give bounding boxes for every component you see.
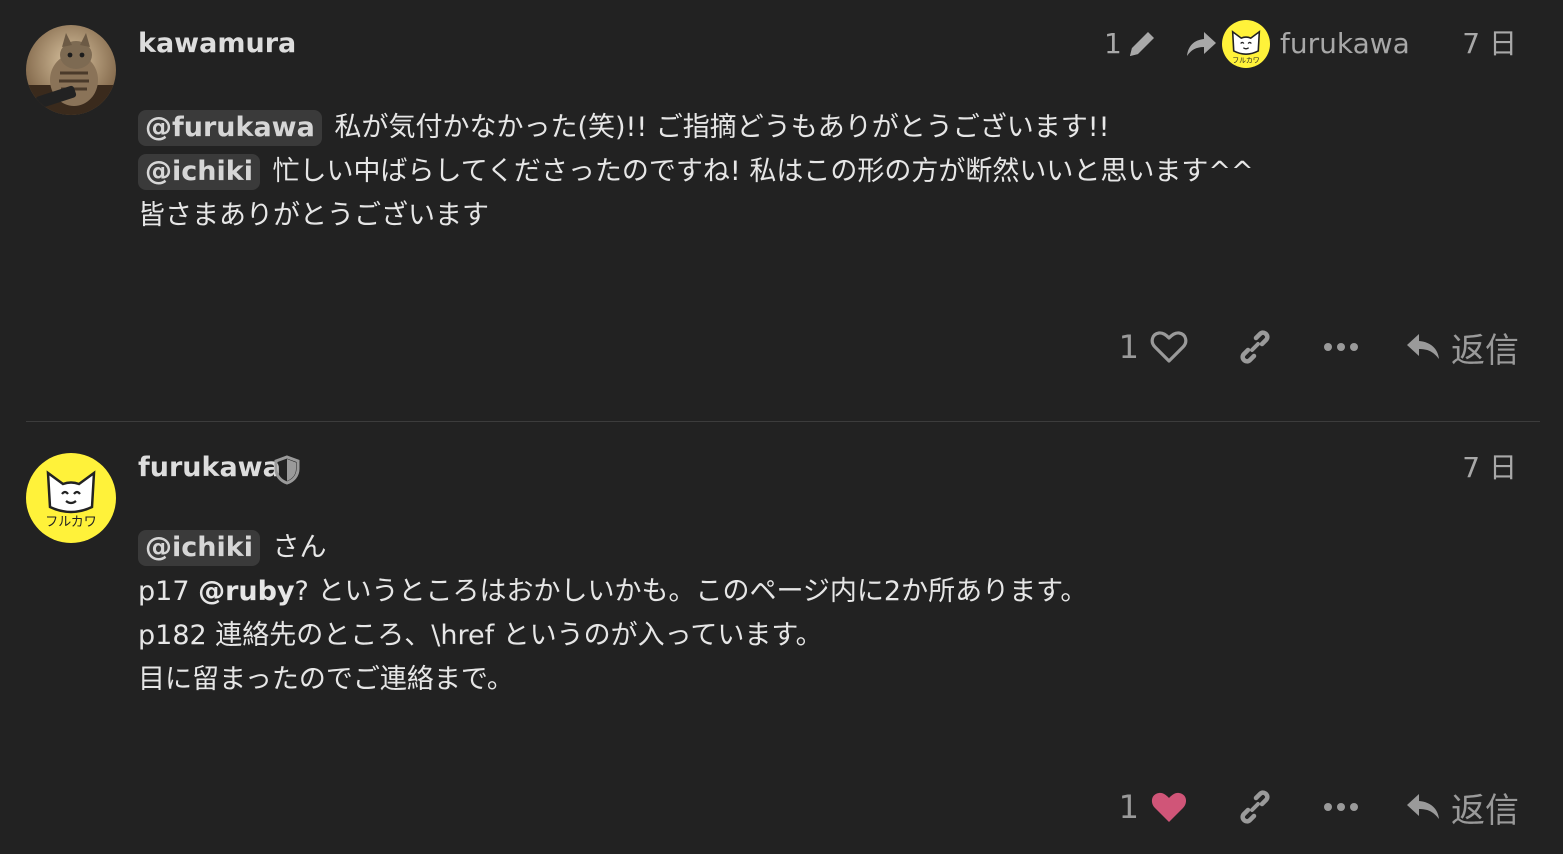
- pencil-icon[interactable]: [1124, 26, 1160, 66]
- ellipsis-icon: [1321, 327, 1361, 367]
- username[interactable]: furukawa: [138, 452, 281, 484]
- heart-filled-icon: [1149, 787, 1189, 827]
- edit-count-value: 1: [1104, 27, 1122, 60]
- mention-link[interactable]: @ichiki: [138, 154, 260, 190]
- like-count: 1: [1118, 788, 1139, 826]
- like-button[interactable]: 1: [1119, 787, 1189, 827]
- link-icon: [1235, 327, 1275, 367]
- cat-drawing-icon: フルカワ: [26, 453, 116, 543]
- like-count: 1: [1118, 328, 1139, 366]
- cat-photo-icon: [26, 25, 116, 115]
- ellipsis-icon: [1321, 787, 1361, 827]
- shield-icon: [274, 455, 300, 485]
- more-options-button[interactable]: [1321, 787, 1361, 827]
- reply-button[interactable]: 返信: [1403, 323, 1519, 372]
- mention-link[interactable]: @ichiki: [138, 530, 260, 566]
- post-furukawa: フルカワ furukawa 7 日 @ichiki さん p17 @ruby? …: [0, 422, 1563, 854]
- reply-to-avatar[interactable]: フルカワ: [1222, 20, 1270, 68]
- post-actions: 1 返信: [1119, 782, 1519, 832]
- reply-label: 返信: [1451, 790, 1519, 831]
- body-line-1: @ichiki さん: [138, 526, 1503, 570]
- reply-label: 返信: [1451, 330, 1519, 371]
- reply-to-username[interactable]: furukawa: [1280, 24, 1410, 64]
- post-actions: 1 返信: [1119, 322, 1519, 372]
- avatar-furukawa[interactable]: フルカワ: [26, 453, 116, 543]
- avatar-caption: フルカワ: [45, 515, 97, 530]
- body-text: さん: [272, 532, 327, 563]
- like-button[interactable]: 1: [1119, 327, 1189, 367]
- body-text: 目に留まったのでご連絡まで。: [138, 664, 514, 695]
- share-link-button[interactable]: [1235, 327, 1275, 367]
- post-body: @furukawa 私が気付かなかった(笑)!! ご指摘どうもありがとうございま…: [138, 106, 1503, 238]
- edit-count[interactable]: 1: [1104, 24, 1122, 64]
- reply-to-arrow-icon[interactable]: [1184, 26, 1218, 66]
- username[interactable]: kawamura: [138, 28, 296, 60]
- post-body: @ichiki さん p17 @ruby? というところはおかしいかも。このペー…: [138, 526, 1503, 702]
- share-link-button[interactable]: [1235, 787, 1275, 827]
- avatar-kawamura[interactable]: [26, 25, 116, 115]
- bold-text: @ruby: [198, 576, 295, 607]
- body-text: p17: [138, 576, 199, 607]
- post-date[interactable]: 7 日: [1462, 448, 1517, 488]
- body-text: p182 連絡先のところ、\href というのが入っています。: [138, 620, 823, 651]
- body-text: 私が気付かなかった(笑)!! ご指摘どうもありがとうございます!!: [334, 112, 1110, 143]
- reply-button[interactable]: 返信: [1403, 783, 1519, 832]
- more-options-button[interactable]: [1321, 327, 1361, 367]
- body-line-3: p182 連絡先のところ、\href というのが入っています。: [138, 614, 1503, 658]
- mention-link[interactable]: @furukawa: [138, 110, 322, 146]
- cat-drawing-icon: フルカワ: [1222, 20, 1270, 68]
- body-text: 皆さまありがとうございます: [138, 200, 489, 231]
- body-line-1: @furukawa 私が気付かなかった(笑)!! ご指摘どうもありがとうございま…: [138, 106, 1503, 150]
- reply-arrow-icon: [1403, 787, 1443, 827]
- body-line-2: @ichiki 忙しい中ばらしてくださったのですね! 私はこの形の方が断然いいと…: [138, 150, 1503, 194]
- body-text: 忙しい中ばらしてくださったのですね! 私はこの形の方が断然いいと思います^^: [272, 156, 1254, 187]
- link-icon: [1235, 787, 1275, 827]
- post-kawamura: kawamura 1 フルカワ furukawa 7 日 @furukawa 私…: [0, 0, 1563, 422]
- body-line-4: 目に留まったのでご連絡まで。: [138, 658, 1503, 702]
- heart-outline-icon: [1149, 327, 1189, 367]
- avatar-caption: フルカワ: [1232, 57, 1260, 65]
- body-text: ? というところはおかしいかも。このページ内に2か所あります。: [294, 576, 1088, 607]
- body-line-2: p17 @ruby? というところはおかしいかも。このページ内に2か所あります。: [138, 570, 1503, 614]
- post-date[interactable]: 7 日: [1462, 24, 1517, 64]
- reply-arrow-icon: [1403, 327, 1443, 367]
- body-line-3: 皆さまありがとうございます: [138, 194, 1503, 238]
